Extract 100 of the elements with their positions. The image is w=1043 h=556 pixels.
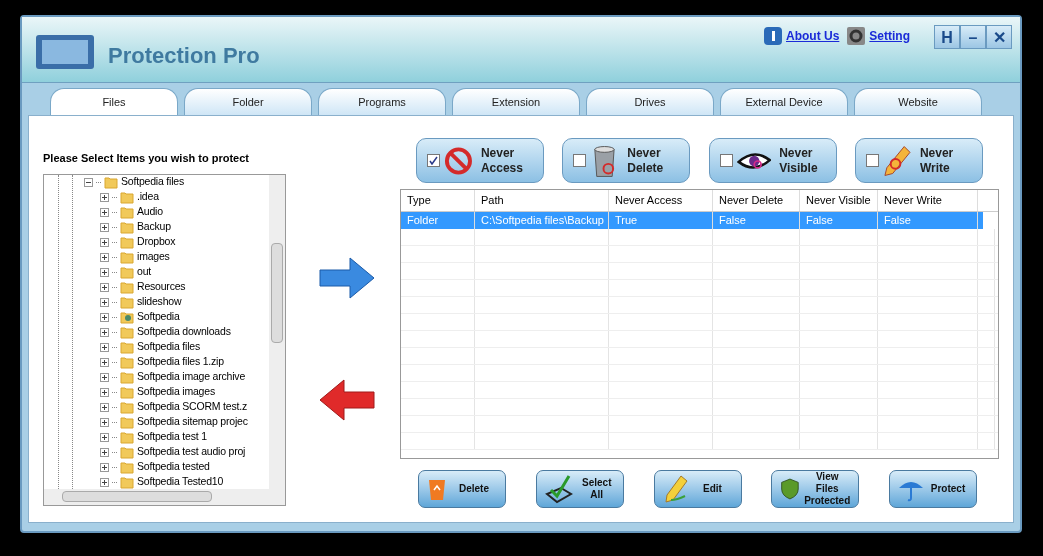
window-button[interactable]: ✕ — [986, 25, 1012, 49]
tree-item[interactable]: Softpedia test audio proj — [137, 444, 246, 460]
expand-toggle[interactable] — [100, 462, 109, 472]
tree-item[interactable]: Softpedia files 1.zip — [137, 354, 224, 370]
expand-toggle[interactable] — [100, 222, 109, 232]
action-button[interactable]: Protect — [889, 470, 977, 508]
action-button[interactable]: Delete — [418, 470, 506, 508]
column-header[interactable]: Type — [401, 190, 475, 211]
action-button[interactable]: Select All — [535, 470, 624, 508]
tree-item[interactable]: Resources — [137, 279, 186, 295]
header-link[interactable]: About Us — [786, 27, 840, 45]
option-button[interactable]: Never Access — [416, 138, 544, 183]
tab[interactable]: Folder — [184, 88, 312, 115]
tree-item[interactable]: Softpedia tested — [137, 459, 210, 475]
vertical-scrollbar[interactable] — [269, 174, 285, 489]
expand-toggle[interactable] — [100, 342, 109, 352]
expand-toggle[interactable] — [100, 312, 109, 322]
tree-item[interactable]: Softpedia images — [137, 384, 215, 400]
column-header[interactable]: Never Access — [609, 190, 713, 211]
tab[interactable]: Files — [50, 88, 178, 115]
collapse-toggle[interactable] — [84, 177, 93, 187]
expand-toggle[interactable] — [100, 327, 109, 337]
expand-toggle[interactable] — [100, 417, 109, 427]
tree-item[interactable]: .idea — [137, 189, 159, 205]
tree-item[interactable]: images — [137, 249, 170, 265]
expand-toggle[interactable] — [100, 192, 109, 202]
column-header[interactable]: Path — [475, 190, 609, 211]
folder-icon — [120, 325, 134, 339]
pencil-icon — [883, 143, 912, 178]
tab[interactable]: Drives — [586, 88, 714, 115]
checkbox[interactable] — [573, 154, 587, 167]
window-button[interactable]: H — [934, 25, 960, 49]
tree-item[interactable]: Softpedia files — [121, 174, 184, 190]
tree-item[interactable]: Softpedia files — [137, 339, 200, 355]
expand-toggle[interactable] — [100, 477, 109, 487]
tree-item[interactable]: Softpedia — [137, 309, 180, 325]
table-cell: Folder — [401, 212, 475, 229]
tree-item[interactable]: Backup — [137, 219, 171, 235]
check-box-icon — [544, 474, 575, 504]
expand-toggle[interactable] — [100, 372, 109, 382]
tab[interactable]: External Device — [720, 88, 848, 115]
expand-toggle[interactable] — [100, 357, 109, 367]
table-cell: False — [800, 212, 878, 229]
expand-toggle[interactable] — [100, 267, 109, 277]
settings-icon — [847, 27, 866, 45]
table-cell: False — [878, 212, 978, 229]
folder-icon — [120, 205, 134, 219]
tree-item[interactable]: Dropbox — [137, 234, 176, 250]
folder-icon — [104, 175, 118, 189]
folder-icon — [120, 415, 134, 429]
tree-item[interactable]: Softpedia downloads — [137, 324, 231, 340]
action-button[interactable]: View Files Protected — [771, 470, 860, 508]
tree-item[interactable]: Softpedia Tested10 — [137, 474, 224, 489]
tab[interactable]: Website — [854, 88, 982, 115]
action-button[interactable]: Edit — [653, 470, 742, 508]
checkbox[interactable] — [719, 154, 733, 167]
expand-toggle[interactable] — [100, 402, 109, 412]
folder-icon — [120, 280, 134, 294]
folder-icon — [120, 190, 134, 204]
header-link[interactable]: Setting — [869, 27, 910, 45]
window-title: Protection Pro — [108, 41, 260, 70]
tree-item[interactable]: Softpedia sitemap projec — [137, 414, 248, 430]
table-cell: True — [609, 212, 713, 229]
expand-toggle[interactable] — [100, 237, 109, 247]
column-header[interactable]: Never Write — [878, 190, 978, 211]
folder-icon — [120, 340, 134, 354]
left-arrow-icon — [318, 378, 376, 422]
expand-toggle[interactable] — [100, 387, 109, 397]
tree-item[interactable]: Softpedia image archive — [137, 369, 246, 385]
expand-toggle[interactable] — [100, 252, 109, 262]
horizontal-scrollbar[interactable] — [44, 488, 285, 505]
expand-toggle[interactable] — [100, 297, 109, 307]
expand-toggle[interactable] — [100, 447, 109, 457]
no-entry-icon — [444, 145, 473, 176]
folder-icon — [120, 250, 134, 264]
expand-toggle[interactable] — [100, 282, 109, 292]
tab[interactable]: Programs — [318, 88, 446, 115]
tree-item[interactable]: Softpedia test 1 — [137, 429, 207, 445]
folder-icon — [120, 385, 134, 399]
tree-label: Please Select Items you wish to protect — [43, 151, 250, 166]
checkbox[interactable] — [866, 154, 879, 167]
option-button[interactable]: Never Write — [855, 138, 983, 183]
pencil-icon — [662, 474, 689, 504]
column-header[interactable]: Never Delete — [713, 190, 800, 211]
column-header[interactable]: Never Visible — [800, 190, 878, 211]
folder-icon — [120, 220, 134, 234]
expand-toggle[interactable] — [100, 207, 109, 217]
tree-item[interactable]: Audio — [137, 204, 163, 220]
tree-item[interactable]: out — [137, 264, 151, 280]
window-button[interactable]: – — [960, 25, 986, 49]
checkbox[interactable] — [427, 154, 440, 167]
option-button[interactable]: Never Delete — [562, 138, 691, 183]
tree-item[interactable]: slideshow — [137, 294, 182, 310]
folder-icon — [120, 400, 134, 414]
tab[interactable]: Extension — [452, 88, 580, 115]
folder-icon — [120, 235, 134, 249]
folder-icon — [120, 460, 134, 474]
tree-item[interactable]: Softpedia SCORM test.z — [137, 399, 247, 415]
option-button[interactable]: Never Visible — [708, 138, 837, 183]
expand-toggle[interactable] — [100, 432, 109, 442]
